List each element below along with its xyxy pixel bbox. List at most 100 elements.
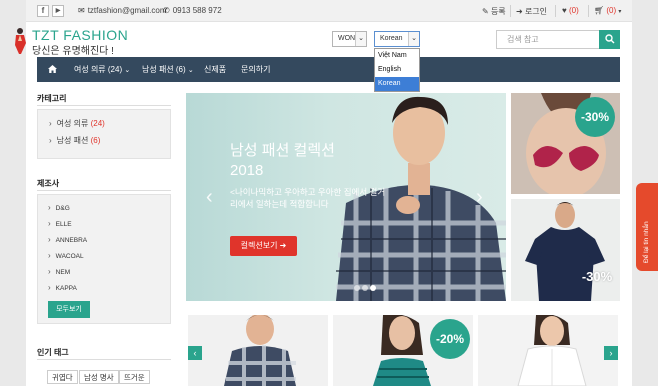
nav-label: 여성 의류 (24)	[74, 65, 123, 74]
chevron-down-icon: ⌄	[408, 32, 419, 46]
email-text: tztfashion@gmail.com	[87, 6, 167, 15]
cart-link[interactable]: 🛒︎ (0) ▾	[594, 6, 621, 15]
register-icon: ✎	[482, 7, 489, 16]
login-link[interactable]: ➜ 로그인	[516, 6, 547, 17]
nav-home[interactable]	[37, 57, 67, 82]
nav-item-new[interactable]: 신제품	[204, 57, 226, 82]
register-link[interactable]: ✎ 등록	[482, 6, 506, 17]
banner-prev-arrow[interactable]: ‹	[206, 187, 213, 207]
email-contact[interactable]: ✉ tztfashion@gmail.com	[78, 6, 167, 16]
products-prev-arrow[interactable]: ‹	[188, 346, 202, 360]
chevron-down-icon: ⌄	[187, 67, 194, 74]
cart-icon: 🛒︎	[594, 6, 605, 15]
leave-message-tab[interactable]: Để lại tin nhắn	[636, 183, 658, 271]
slide-dot-active[interactable]	[370, 285, 376, 291]
category-item-women[interactable]: › 여성 의류 (24)	[49, 118, 105, 129]
brand-item[interactable]: › WACOAL	[48, 251, 84, 260]
chevron-down-icon: ⌄	[355, 32, 366, 46]
tag-item[interactable]: 뜨거운	[119, 370, 150, 384]
discount-badge: -30%	[575, 97, 615, 137]
product-card[interactable]	[478, 315, 618, 386]
phone-text: 0913 588 972	[172, 6, 222, 15]
heart-icon: ♥	[562, 6, 567, 15]
divider	[510, 5, 511, 17]
logo-icon[interactable]	[11, 27, 29, 55]
view-all-button[interactable]: 모두보기	[48, 301, 90, 318]
envelope-icon: ✉	[78, 6, 85, 15]
divider	[555, 5, 556, 17]
product-card[interactable]	[188, 315, 328, 386]
youtube-icon[interactable]: ▶	[52, 5, 64, 17]
chevron-down-icon: ▾	[618, 9, 622, 15]
brand-item[interactable]: › D&G	[48, 203, 70, 212]
facebook-icon[interactable]: f	[37, 5, 49, 17]
category-label: 남성 패션	[56, 136, 89, 145]
brand-title: 제조사	[37, 179, 60, 188]
search-icon	[604, 34, 614, 44]
search-button[interactable]	[599, 30, 620, 49]
divider	[37, 190, 171, 191]
register-label: 등록	[490, 7, 506, 16]
cart-count: (0)	[606, 6, 617, 15]
language-dropdown: Việt Nam English Korean	[374, 48, 420, 92]
brand-item[interactable]: › ELLE	[48, 219, 72, 228]
language-option-korean[interactable]: Korean	[375, 77, 419, 91]
currency-select[interactable]: WON ⌄	[332, 31, 367, 47]
discount-badge: -30%	[581, 269, 613, 284]
category-label: 여성 의류	[56, 119, 89, 128]
chevron-right-icon: ›	[48, 251, 51, 260]
view-collection-button[interactable]: 컬렉션보기 ➜	[230, 236, 297, 256]
hero-banner[interactable]: 남성 패션 컬렉션 2018 <나이나믹하고 우아하고 우아한 집에서 걸거리에…	[186, 93, 506, 301]
tag-item[interactable]: 남성 명사	[79, 370, 119, 384]
phone-contact[interactable]: ✆ 0913 588 972	[163, 6, 222, 16]
nav-item-contact[interactable]: 문의하기	[241, 57, 270, 82]
home-icon	[48, 65, 57, 73]
brand-item[interactable]: › NEM	[48, 267, 70, 276]
product-photo	[478, 315, 618, 386]
nav-item-women[interactable]: 여성 의류 (24) ⌄	[74, 57, 130, 82]
category-item-men[interactable]: › 남성 패션 (6)	[49, 135, 100, 146]
chevron-right-icon: ›	[48, 203, 51, 212]
wishlist-count: (0)	[568, 6, 579, 15]
slide-dot[interactable]	[354, 285, 360, 291]
wishlist-link[interactable]: ♥ (0)	[562, 6, 579, 15]
category-count: (6)	[90, 136, 101, 145]
banner-next-arrow[interactable]: ›	[476, 187, 483, 207]
banner-description: <나이나믹하고 우아하고 우아한 집에서 걸거리에서 일하는데 적합합니다	[230, 187, 386, 209]
chevron-down-icon: ⌄	[124, 67, 131, 74]
logo-title[interactable]: TZT FASHION	[32, 27, 128, 43]
language-value: Korean	[380, 35, 403, 42]
language-option-english[interactable]: English	[375, 63, 419, 77]
products-next-arrow[interactable]: ›	[604, 346, 618, 360]
category-list: › 여성 의류 (24) › 남성 패션 (6)	[37, 109, 171, 159]
main-nav: 여성 의류 (24) ⌄ 남성 패션 (6) ⌄ 신제품 문의하기	[37, 57, 620, 82]
product-card[interactable]: -20%	[333, 315, 473, 386]
login-label: 로그인	[524, 7, 548, 16]
divider	[588, 5, 589, 17]
leave-message-label: Để lại tin nhắn	[643, 221, 650, 263]
tag-item[interactable]: 귀엽다	[47, 370, 78, 384]
language-select[interactable]: Korean ⌄	[374, 31, 420, 47]
brand-item[interactable]: › ANNEBRA	[48, 235, 87, 244]
chevron-right-icon: ›	[48, 235, 51, 244]
arrow-right-circle-icon: ➜	[279, 241, 287, 250]
nav-item-men[interactable]: 남성 패션 (6) ⌄	[142, 57, 194, 82]
search-input[interactable]: 검색 참고	[496, 30, 600, 49]
language-option-vietnam[interactable]: Việt Nam	[375, 49, 419, 63]
banner-title: 남성 패션 컬렉션 2018	[230, 142, 335, 179]
phone-icon: ✆	[163, 6, 170, 15]
chevron-right-icon: ›	[48, 283, 51, 292]
login-icon: ➜	[516, 7, 523, 16]
promo-tile-tshirt[interactable]: -30%	[511, 199, 620, 301]
nav-label: 남성 패션 (6)	[142, 65, 186, 74]
brand-item[interactable]: › KAPPA	[48, 283, 77, 292]
slide-dot[interactable]	[362, 285, 368, 291]
chevron-right-icon: ›	[48, 267, 51, 276]
divider	[37, 359, 171, 360]
tags-title: 인기 태그	[37, 348, 69, 357]
product-photo	[188, 315, 328, 386]
banner-button-label: 컬렉션보기	[240, 241, 278, 250]
category-title: 카테고리	[37, 94, 67, 103]
promo-tile-lingerie[interactable]: -30%	[511, 93, 620, 194]
chevron-right-icon: ›	[49, 136, 52, 145]
